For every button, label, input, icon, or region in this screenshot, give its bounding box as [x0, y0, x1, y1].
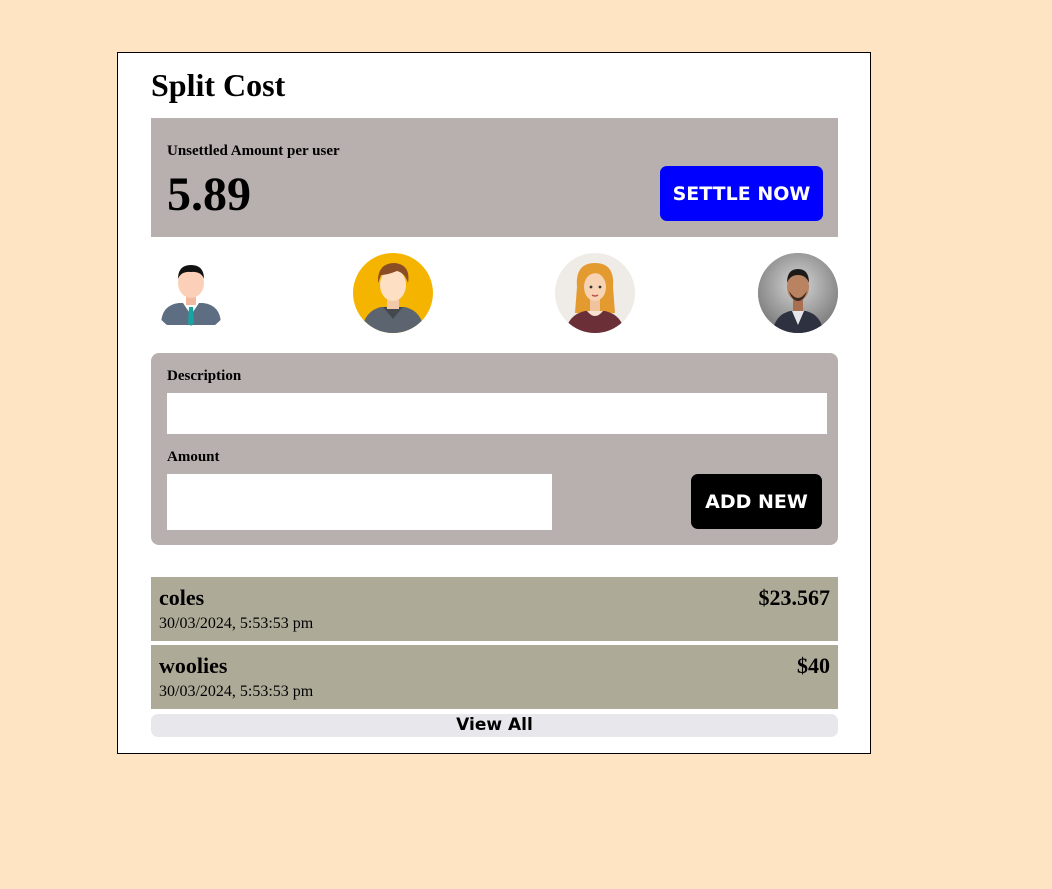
expense-row[interactable]: coles $23.567 30/03/2024, 5:53:53 pm	[151, 577, 838, 641]
woman-avatar-icon[interactable]	[555, 253, 635, 333]
expense-amount: $40	[797, 653, 830, 678]
amount-label: Amount	[167, 449, 220, 465]
expense-amount: $23.567	[758, 585, 831, 610]
unsettled-amount-value: 5.89	[167, 168, 251, 221]
add-expense-form: Description Amount ADD NEW	[151, 353, 838, 545]
expense-name: woolies	[159, 653, 228, 678]
expense-date: 30/03/2024, 5:53:53 pm	[159, 615, 314, 632]
expense-row[interactable]: woolies $40 30/03/2024, 5:53:53 pm	[151, 645, 838, 709]
split-cost-card: Split Cost Unsettled Amount per user 5.8…	[117, 52, 871, 754]
description-input[interactable]	[167, 393, 827, 434]
add-new-button[interactable]: ADD NEW	[691, 474, 822, 529]
expense-name: coles	[159, 585, 205, 610]
view-all-button[interactable]: View All	[151, 714, 838, 737]
settle-now-button[interactable]: SETTLE NOW	[660, 166, 823, 221]
description-label: Description	[167, 368, 242, 384]
page-title: Split Cost	[151, 67, 286, 103]
man-photo-avatar-icon[interactable]	[758, 253, 838, 333]
unsettled-summary-panel: Unsettled Amount per user 5.89 SETTLE NO…	[151, 118, 838, 237]
expense-date: 30/03/2024, 5:53:53 pm	[159, 683, 314, 700]
young-man-avatar-icon[interactable]	[353, 253, 433, 333]
unsettled-amount-label: Unsettled Amount per user	[167, 143, 340, 159]
amount-input[interactable]	[167, 474, 552, 530]
businessman-avatar-icon[interactable]	[151, 253, 231, 333]
